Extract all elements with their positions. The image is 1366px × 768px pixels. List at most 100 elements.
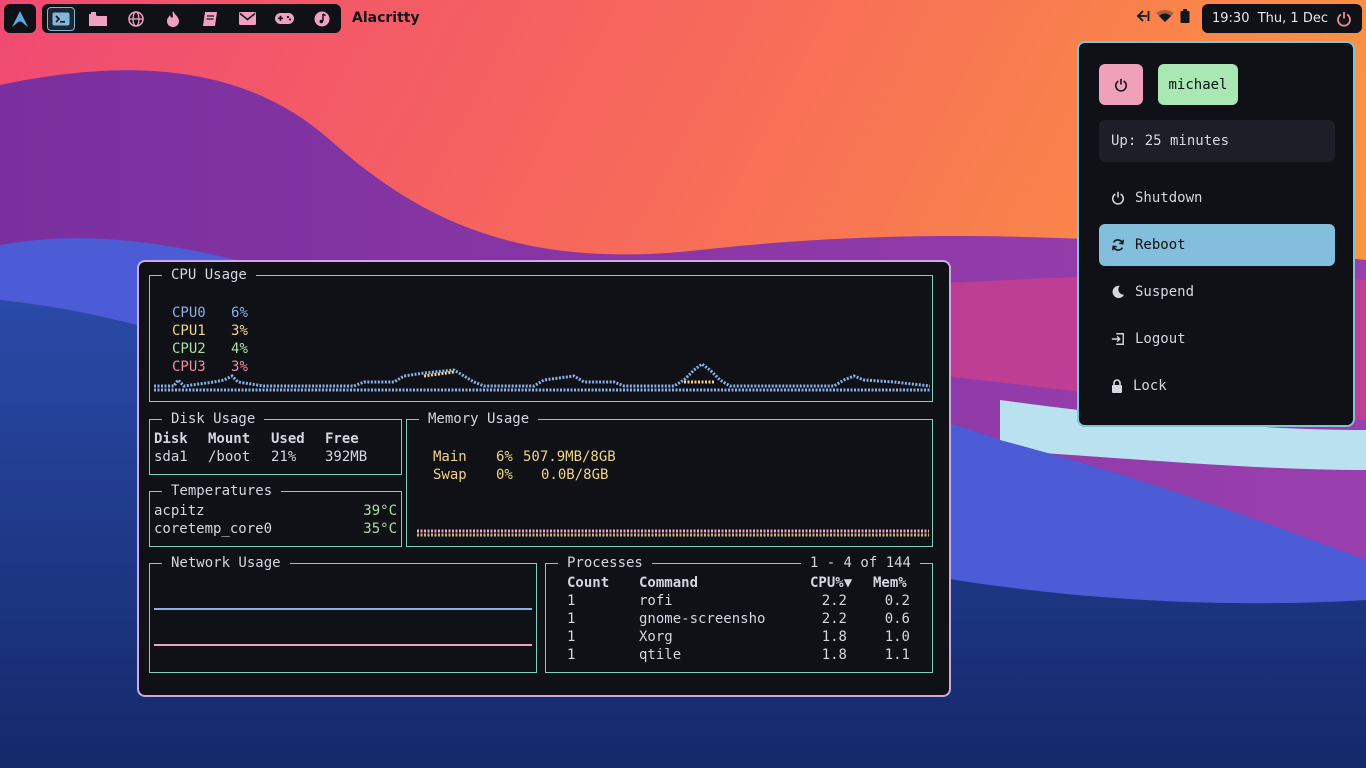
cpu-core-row: CPU0 6% — [172, 304, 248, 322]
proc-cpu: 2.2 — [821, 593, 847, 609]
disk-header-free: Free — [325, 431, 359, 447]
flame-icon — [166, 10, 179, 27]
network-tx-line — [154, 644, 532, 646]
disk-cell: sda1 — [154, 449, 188, 465]
temp-sensor-name: coretemp_core0 — [154, 521, 273, 537]
disk-header-used: Used — [271, 431, 305, 447]
menu-item-label: Logout — [1135, 331, 1186, 347]
cpu-graph — [154, 362, 930, 392]
power-button[interactable] — [1099, 64, 1143, 105]
music-icon — [314, 11, 330, 26]
book-icon — [203, 11, 218, 26]
processes-range: 1 - 4 of 144 — [800, 554, 920, 572]
user-button[interactable]: michael — [1158, 64, 1238, 105]
cpu-core-value: 6% — [231, 305, 248, 321]
menu-item-label: Reboot — [1135, 237, 1186, 253]
power-icon[interactable] — [1336, 11, 1352, 27]
moon-icon — [1112, 285, 1125, 299]
clock-widget[interactable]: 19:30 Thu, 1 Dec — [1202, 4, 1362, 33]
cpu-core-name: CPU3 — [172, 359, 206, 375]
wifi-icon[interactable] — [1156, 10, 1174, 22]
proc-command: rofi — [639, 593, 673, 609]
files-app-button[interactable] — [85, 8, 111, 30]
menu-item-label: Shutdown — [1135, 190, 1203, 206]
proc-count: 1 — [567, 611, 576, 627]
lock-icon — [1112, 379, 1122, 393]
memory-row-name: Main — [433, 449, 467, 465]
launcher-button[interactable] — [4, 4, 36, 33]
network-rx-line — [154, 608, 532, 610]
proc-header-count[interactable]: Count — [567, 574, 609, 592]
temp-sensor-name: acpitz — [154, 503, 205, 519]
cpu-core-row: CPU2 4% — [172, 340, 248, 358]
games-app-button[interactable] — [272, 8, 298, 30]
reboot-menu-item[interactable]: Reboot — [1099, 224, 1335, 266]
memory-row-name: Swap — [433, 467, 467, 483]
power-icon — [1111, 191, 1125, 205]
proc-cpu: 1.8 — [821, 629, 847, 645]
power-icon — [1114, 78, 1128, 92]
lock-menu-item[interactable]: Lock — [1099, 365, 1335, 407]
power-menu: michael Up: 25 minutes Shutdown Reboot S… — [1077, 41, 1355, 427]
gamepad-icon — [275, 13, 295, 24]
network-usage-title: Network Usage — [162, 554, 290, 572]
shutdown-menu-item[interactable]: Shutdown — [1099, 177, 1335, 219]
temp-sensor-value: 39°C — [363, 503, 397, 519]
music-app-button[interactable] — [309, 8, 335, 30]
refresh-icon — [1112, 239, 1124, 251]
proc-header-command[interactable]: Command — [639, 574, 698, 592]
logout-icon — [1111, 333, 1124, 345]
cpu-core-row: CPU1 3% — [172, 322, 248, 340]
cpu-core-row: CPU3 3% — [172, 358, 248, 376]
cpu-core-value: 3% — [231, 359, 248, 375]
cpu-core-value: 3% — [231, 323, 248, 339]
clock-text: 19:30 Thu, 1 Dec — [1212, 11, 1328, 26]
logout-menu-item[interactable]: Logout — [1099, 318, 1335, 360]
browser-app-button[interactable] — [123, 8, 149, 30]
cpu-usage-title: CPU Usage — [162, 266, 256, 284]
menu-item-label: Lock — [1133, 378, 1167, 394]
uptime-label: Up: 25 minutes — [1099, 120, 1335, 162]
system-tray — [1136, 9, 1190, 23]
terminal-app-button[interactable] — [47, 6, 75, 31]
proc-count: 1 — [567, 593, 576, 609]
arrow-left-bar-icon[interactable] — [1136, 10, 1150, 22]
cpu-core-value: 4% — [231, 341, 248, 357]
terminal-window[interactable]: CPU Usage CPU0 6% CPU1 3% CPU2 4% CPU3 3… — [137, 260, 951, 697]
terminal-icon — [52, 12, 70, 25]
flame-app-button[interactable] — [160, 8, 186, 30]
suspend-menu-item[interactable]: Suspend — [1099, 271, 1335, 313]
cpu-core-name: CPU2 — [172, 341, 206, 357]
proc-count: 1 — [567, 647, 576, 663]
memory-row-pct: 6% — [496, 449, 513, 465]
menu-item-label: Suspend — [1135, 284, 1195, 300]
disk-cell: /boot — [208, 449, 251, 465]
mail-app-button[interactable] — [234, 8, 260, 30]
disk-usage-panel: Disk Usage Disk Mount Used Free sda1 /bo… — [149, 410, 402, 475]
proc-cpu: 2.2 — [821, 611, 847, 627]
proc-header-cpu[interactable]: CPU%▼ — [810, 574, 852, 592]
disk-usage-title: Disk Usage — [162, 410, 265, 428]
battery-icon[interactable] — [1180, 9, 1190, 23]
arch-linux-icon — [12, 10, 28, 27]
book-app-button[interactable] — [197, 8, 223, 30]
memory-usage-title: Memory Usage — [419, 410, 539, 428]
proc-mem: 1.1 — [884, 647, 910, 663]
memory-row-value: 0.0B/8GB — [541, 467, 609, 483]
temp-sensor-value: 35°C — [363, 521, 397, 537]
proc-mem: 0.6 — [884, 611, 910, 627]
proc-command: Xorg — [639, 629, 673, 645]
proc-count: 1 — [567, 629, 576, 645]
network-usage-panel: Network Usage — [149, 554, 537, 673]
cpu-usage-panel: CPU Usage CPU0 6% CPU1 3% CPU2 4% CPU3 3… — [149, 266, 933, 402]
temperatures-panel: Temperatures acpitz 39°C coretemp_core0 … — [149, 482, 402, 547]
disk-header-disk: Disk — [154, 431, 188, 447]
processes-panel[interactable]: Processes 1 - 4 of 144 Count Command CPU… — [545, 554, 933, 673]
cpu-core-name: CPU0 — [172, 305, 206, 321]
temperatures-title: Temperatures — [162, 482, 282, 500]
proc-cpu: 1.8 — [821, 647, 847, 663]
proc-header-mem[interactable]: Mem% — [873, 574, 907, 592]
globe-icon — [127, 10, 144, 27]
memory-graph — [417, 529, 929, 537]
app-launcher-bar — [42, 4, 341, 33]
